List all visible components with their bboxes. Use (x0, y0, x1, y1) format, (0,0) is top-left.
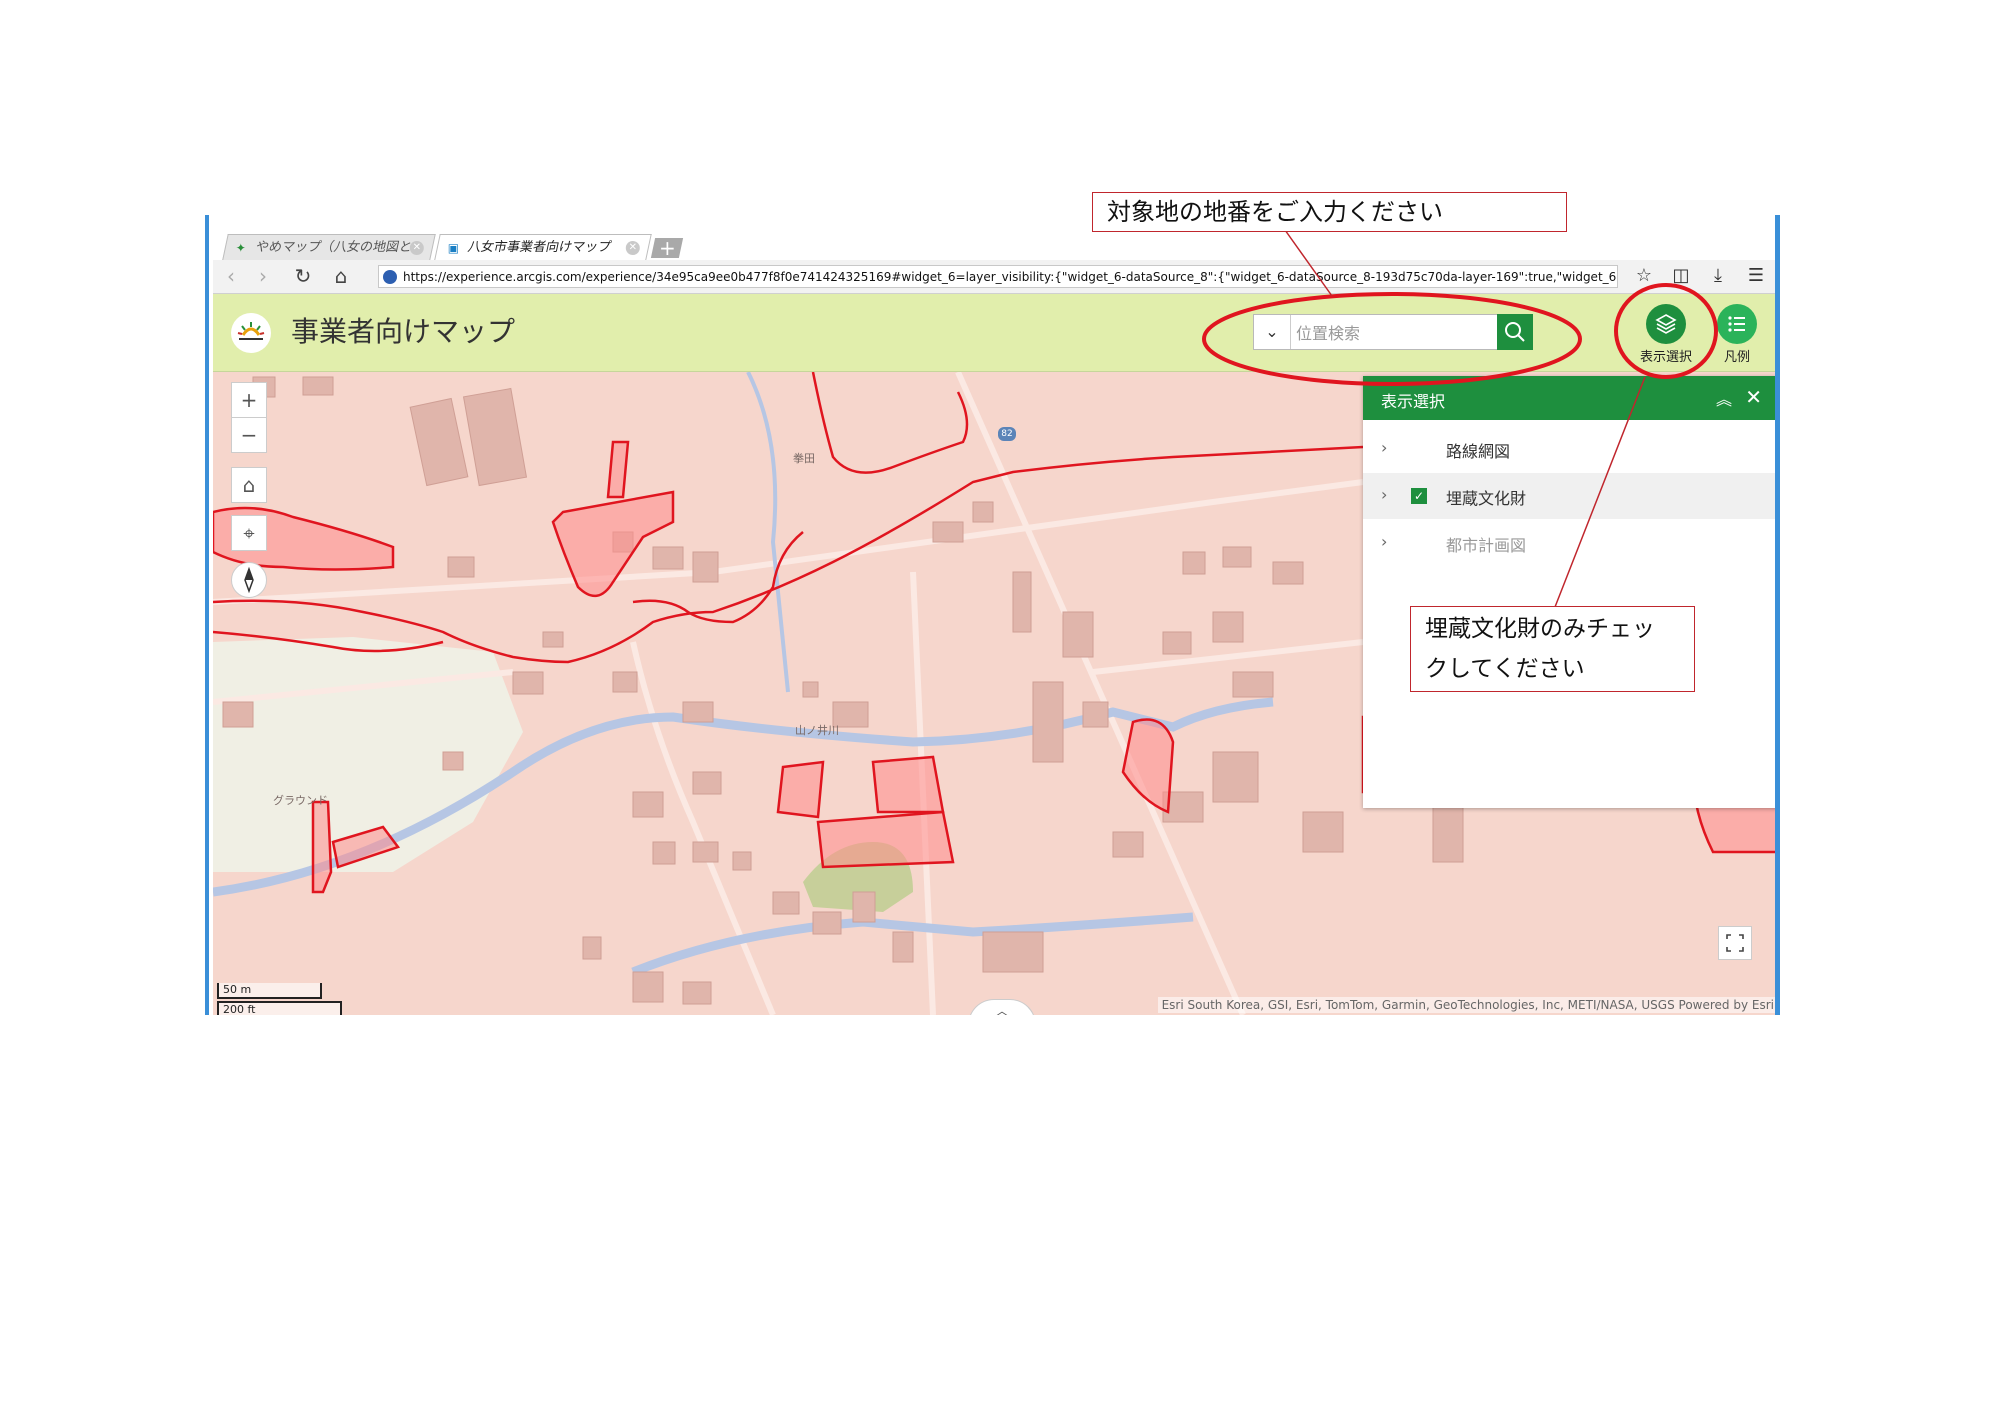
note-line: クしてください (1425, 656, 1585, 682)
note-line: 埋蔵文化財のみチェッ (1425, 616, 1655, 642)
search-highlight-ellipse (1202, 292, 1582, 386)
instruction-note-search: 対象地の地番をご入力ください (1092, 192, 1567, 232)
callout-line-top (1284, 229, 1333, 297)
instruction-note-layer: 埋蔵文化財のみチェッ クしてください (1410, 606, 1695, 692)
annotation-overlay (1202, 229, 1718, 608)
callout-line-side (1554, 376, 1646, 608)
layer-button-highlight-ellipse (1614, 283, 1718, 379)
